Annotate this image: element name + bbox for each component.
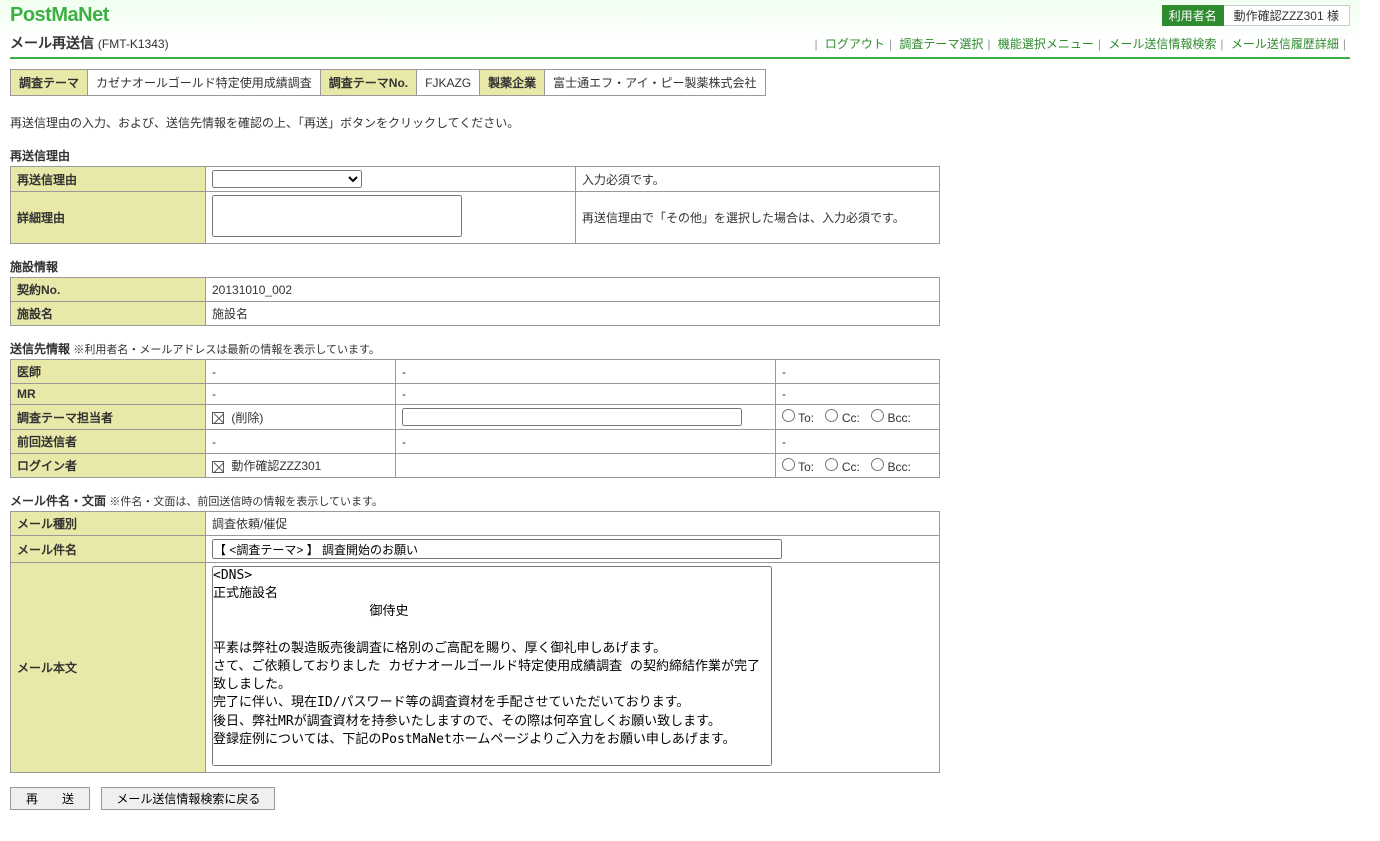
nav-mail-search[interactable]: メール送信情報検索: [1108, 37, 1216, 51]
manager-radio-cc[interactable]: [825, 409, 838, 422]
divider: [10, 57, 1350, 59]
row-mr-label: MR: [11, 384, 206, 405]
login-radio-cc[interactable]: [825, 458, 838, 471]
manager-email-input[interactable]: [402, 408, 742, 426]
theme-summary-table: 調査テーマ カゼナオールゴールド特定使用成績調査 調査テーマNo. FJKAZG…: [10, 69, 766, 96]
mail-type-label: メール種別: [11, 512, 206, 536]
back-button[interactable]: メール送信情報検索に戻る: [101, 787, 275, 810]
manager-radio-to[interactable]: [782, 409, 795, 422]
nav-mail-history[interactable]: メール送信履歴詳細: [1231, 37, 1339, 51]
row-prev-label: 前回送信者: [11, 430, 206, 454]
delete-text: (削除): [231, 411, 263, 425]
nav-theme-select[interactable]: 調査テーマ選択: [899, 37, 983, 51]
page-title: メール再送信 (FMT-K1343): [10, 33, 169, 53]
login-radio-to[interactable]: [782, 458, 795, 471]
mail-body-textarea[interactable]: [212, 566, 772, 766]
section-dest: 送信先情報 ※利用者名・メールアドレスは最新の情報を表示しています。: [10, 340, 1350, 357]
reason-table: 再送信理由 入力必須です。 詳細理由 再送信理由で「その他」を選択した場合は、入…: [10, 166, 940, 244]
mail-subject-label: メール件名: [11, 536, 206, 563]
horizontal-scrollbar[interactable]: [0, 821, 1380, 841]
nav-function-menu[interactable]: 機能選択メニュー: [998, 37, 1094, 51]
mail-type-value: 調査依頼/催促: [206, 512, 940, 536]
detail-note: 再送信理由で「その他」を選択した場合は、入力必須です。: [576, 192, 940, 244]
section-facility: 施設情報: [10, 258, 1350, 275]
checkbox-icon[interactable]: [212, 412, 224, 424]
section-reason: 再送信理由: [10, 147, 1350, 164]
reason-label: 再送信理由: [11, 167, 206, 192]
resend-button[interactable]: 再 送: [10, 787, 90, 810]
mail-body-label: メール本文: [11, 563, 206, 773]
nav-logout[interactable]: ログアウト: [825, 37, 885, 51]
mail-subject-input[interactable]: [212, 539, 782, 559]
detail-label: 詳細理由: [11, 192, 206, 244]
company-value: 富士通エフ・アイ・ピー製薬株式会社: [545, 70, 765, 96]
instruction-text: 再送信理由の入力、および、送信先情報を確認の上、「再送」ボタンをクリックしてくだ…: [10, 114, 1350, 131]
nav-links: | ログアウト| 調査テーマ選択| 機能選択メニュー| メール送信情報検索| メ…: [810, 35, 1350, 52]
manager-radio-bcc[interactable]: [871, 409, 884, 422]
user-box: 利用者名 動作確認ZZZ301 様: [1162, 5, 1350, 26]
dest-table: 医師 - - - MR - - - 調査テーマ担当者 (削除) To: Cc: …: [10, 359, 940, 478]
row-manager-label: 調査テーマ担当者: [11, 405, 206, 430]
checkbox-icon[interactable]: [212, 461, 224, 473]
row-login-label: ログイン者: [11, 454, 206, 478]
section-mail: メール件名・文面 ※件名・文面は、前回送信時の情報を表示しています。: [10, 492, 1350, 509]
facility-name-label: 施設名: [11, 302, 206, 326]
row-doctor-label: 医師: [11, 360, 206, 384]
theme-value: カゼナオールゴールド特定使用成績調査: [88, 70, 321, 96]
detail-textarea[interactable]: [212, 195, 462, 237]
theme-no-value: FJKAZG: [417, 70, 480, 96]
contract-no-value: 20131010_002: [206, 278, 940, 302]
mail-table: メール種別 調査依頼/催促 メール件名 メール本文: [10, 511, 940, 773]
login-user-text: 動作確認ZZZ301: [231, 459, 321, 473]
reason-select[interactable]: [212, 170, 362, 188]
theme-no-label: 調査テーマNo.: [320, 70, 416, 96]
facility-table: 契約No. 20131010_002 施設名 施設名: [10, 277, 940, 326]
contract-no-label: 契約No.: [11, 278, 206, 302]
brand-logo: PostMaNet: [10, 4, 109, 27]
reason-note: 入力必須です。: [576, 167, 940, 192]
user-label: 利用者名: [1162, 5, 1224, 26]
user-name: 動作確認ZZZ301 様: [1224, 5, 1350, 26]
login-radio-bcc[interactable]: [871, 458, 884, 471]
facility-name-value: 施設名: [206, 302, 940, 326]
company-label: 製薬企業: [480, 70, 545, 96]
theme-label: 調査テーマ: [11, 70, 88, 96]
